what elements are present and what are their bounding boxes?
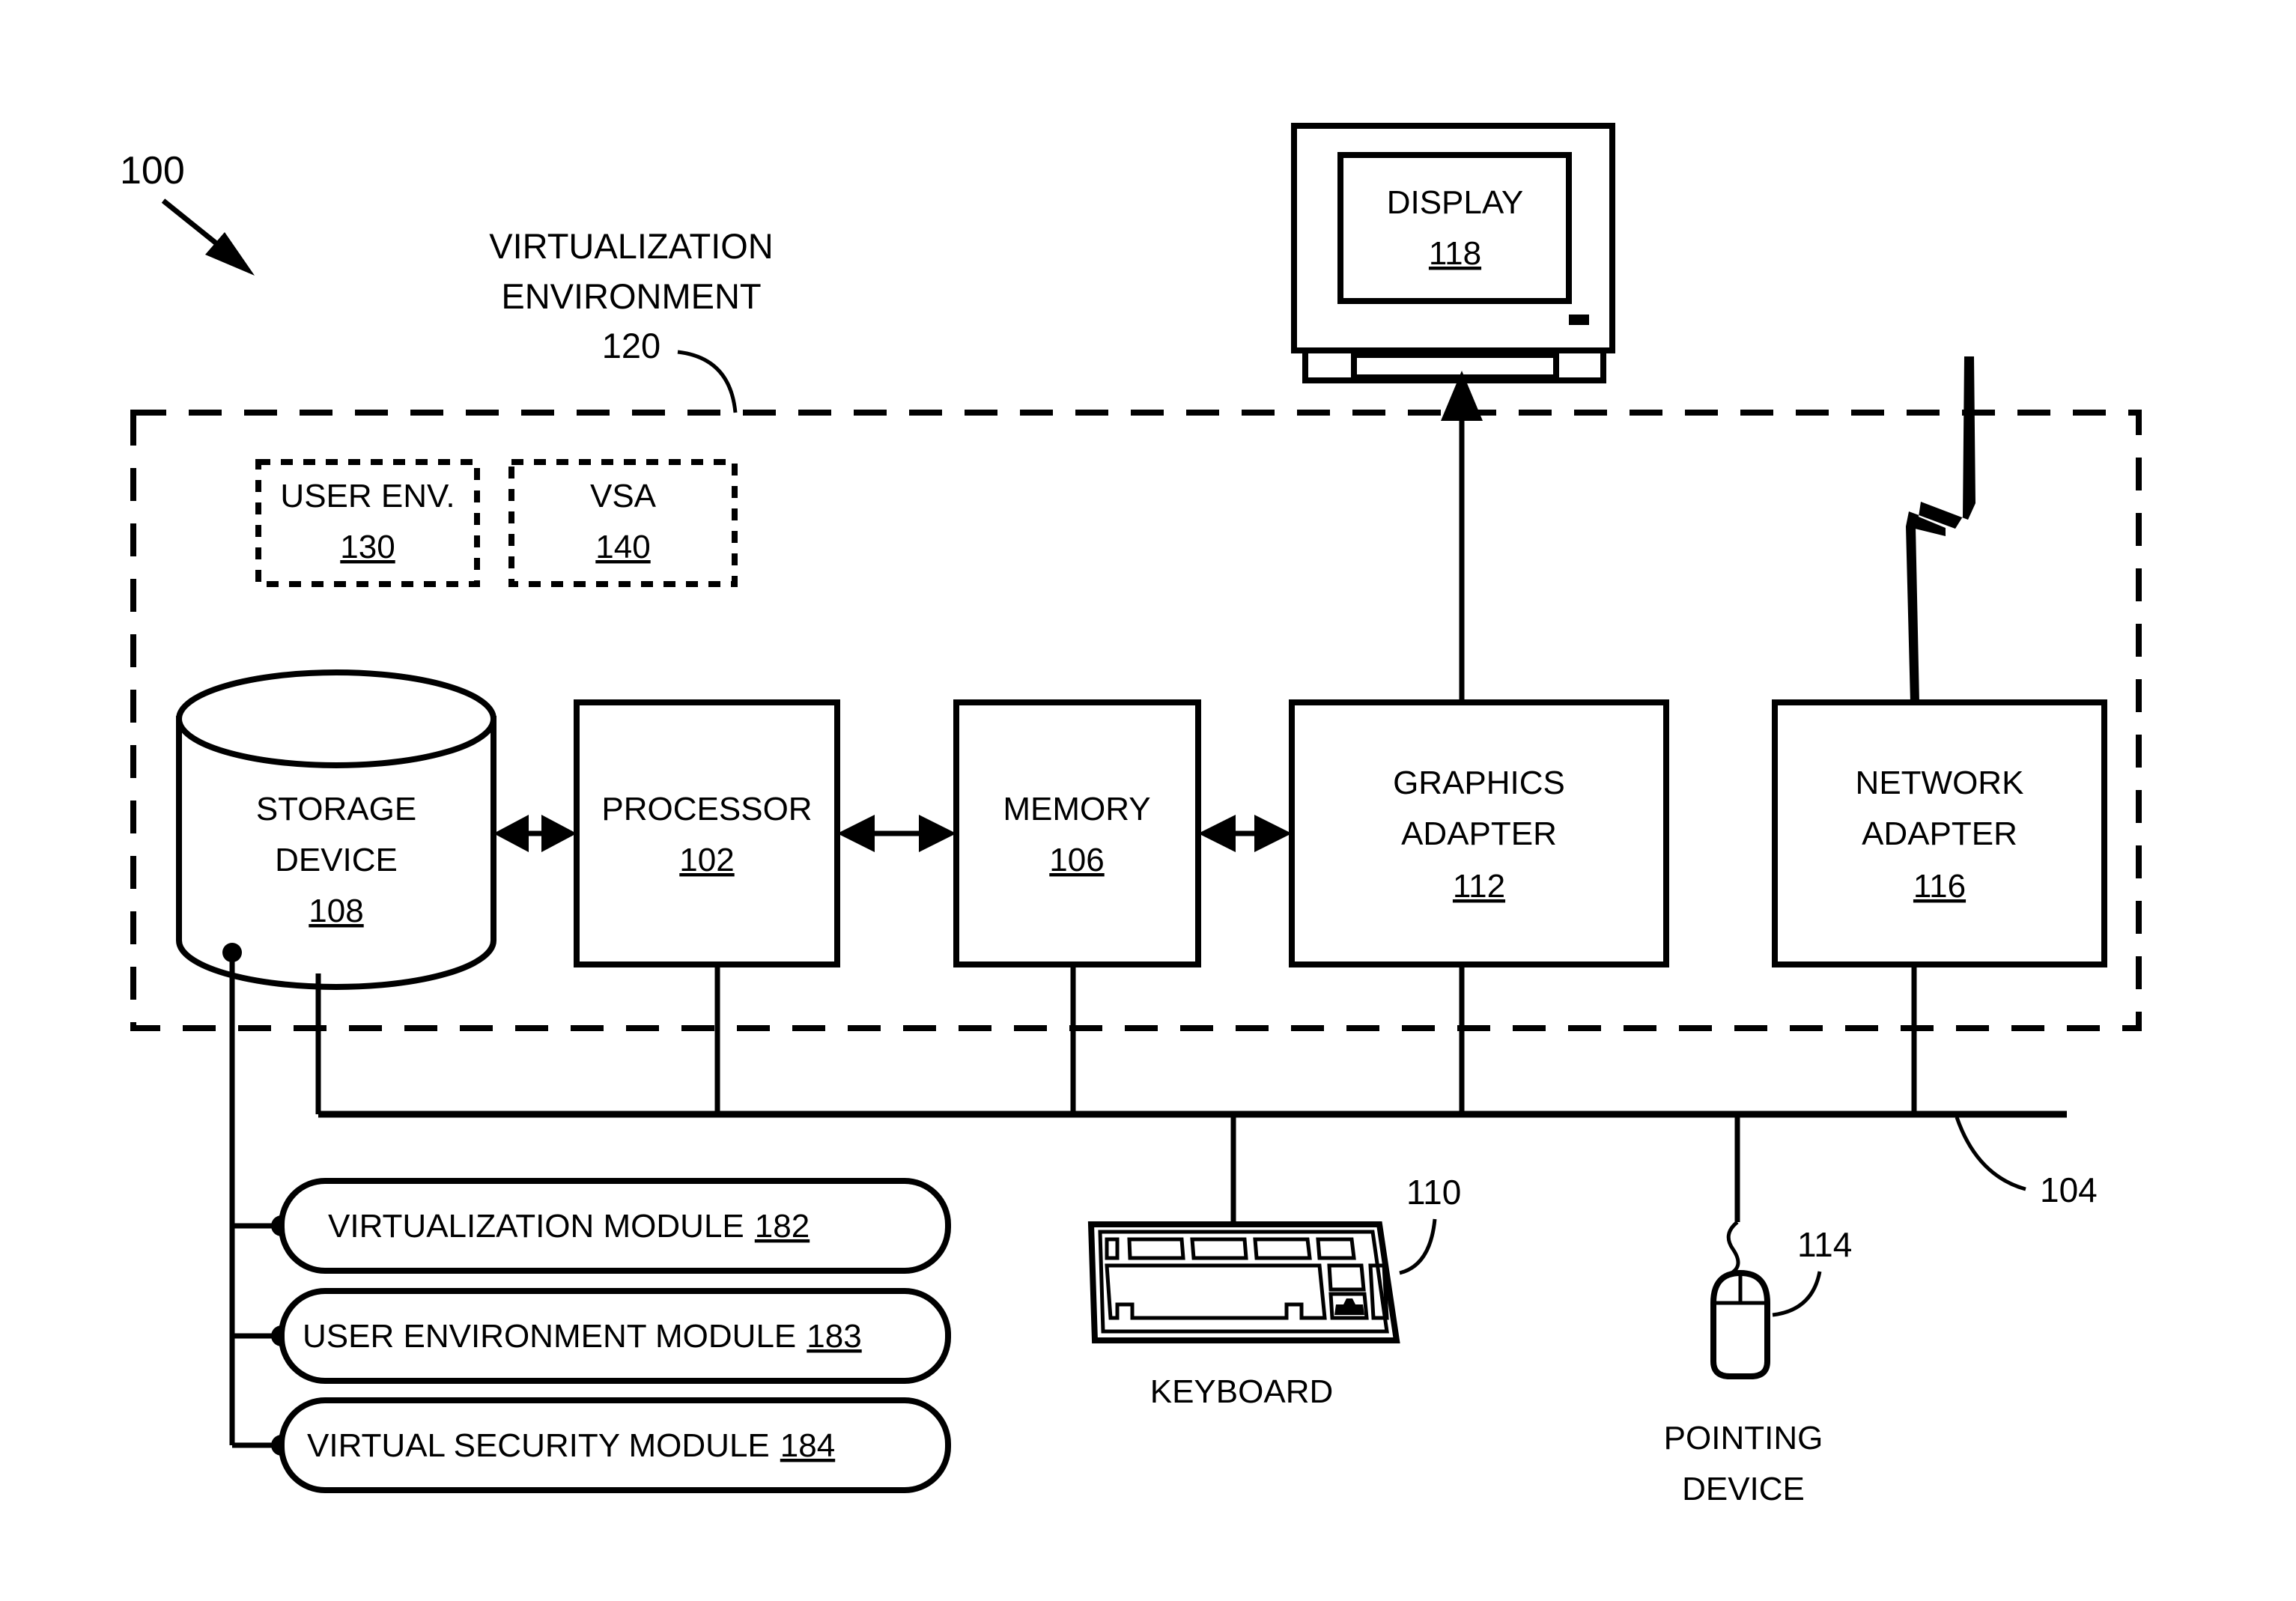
storage-device-ref: 108 xyxy=(309,893,363,929)
pointing-device-cable-curl xyxy=(1726,1221,1740,1275)
graphics-adapter-line1: GRAPHICS xyxy=(1393,765,1565,801)
system-architecture-diagram: 100 VIRTUALIZATION ENVIRONMENT 120 USER … xyxy=(0,0,2296,1601)
graphics-adapter-ref: 112 xyxy=(1453,868,1505,905)
modules-stem-junction-dot xyxy=(222,943,242,962)
bus-ref-label: 104 xyxy=(2040,1170,2098,1209)
graphics-adapter-block: GRAPHICS ADAPTER 112 xyxy=(1289,699,1669,967)
lightning-upper-segment xyxy=(1906,356,1975,536)
display-monitor: DISPLAY 118 xyxy=(1291,123,1615,383)
memory-ref: 106 xyxy=(1049,842,1104,878)
pointing-device-ref-label: 114 xyxy=(1797,1225,1852,1264)
graphics-to-display-connector xyxy=(1441,371,1483,702)
storage-modules-connector xyxy=(222,943,292,1456)
arrow-graphics-head-left xyxy=(1254,815,1292,852)
pointing-device-line1: POINTING xyxy=(1664,1420,1823,1456)
keyboard-ref-label: 110 xyxy=(1406,1173,1461,1212)
vsa-label: VSA xyxy=(590,478,657,514)
processor-block: PROCESSOR 102 xyxy=(574,699,840,967)
network-adapter-block: NETWORK ADAPTER 116 xyxy=(1772,699,2107,967)
arrow-processor-head-right xyxy=(837,815,875,852)
display-label: DISPLAY xyxy=(1387,184,1524,221)
arrow-storage-head xyxy=(493,815,529,852)
keyboard-label: KEYBOARD xyxy=(1150,1373,1334,1410)
vsa-ref: 140 xyxy=(595,529,650,565)
processor-ref: 102 xyxy=(679,842,734,878)
graphics-adapter-line2: ADAPTER xyxy=(1401,815,1557,852)
virtual-security-module-block: VIRTUAL SECURITY MODULE 184 xyxy=(279,1397,951,1493)
pointing-device: POINTING DEVICE 114 xyxy=(1664,1114,1852,1507)
storage-device-top xyxy=(176,669,496,768)
system-bus: 104 xyxy=(315,964,2098,1209)
network-lightning-bolt-icon xyxy=(1906,356,1975,702)
pointing-device-ref-leader xyxy=(1772,1271,1822,1317)
virtualization-module-block: VIRTUALIZATION MODULE 182 xyxy=(279,1178,951,1274)
virtualization-environment-line2: ENVIRONMENT xyxy=(501,276,761,316)
figure-ref-label: 100 xyxy=(120,149,185,192)
storage-device-block: STORAGE DEVICE 108 xyxy=(176,669,496,990)
memory-block: MEMORY 106 xyxy=(953,699,1201,967)
display-stand xyxy=(1351,352,1559,380)
bus-ref-leader xyxy=(1955,1117,2026,1191)
virtual-security-module-label: VIRTUAL SECURITY MODULE 184 xyxy=(307,1427,835,1464)
processor-box xyxy=(574,699,840,967)
virtualization-environment-label: VIRTUALIZATION ENVIRONMENT 120 xyxy=(489,226,774,413)
display-screen xyxy=(1337,152,1572,304)
arrow-memory-head-left xyxy=(919,815,956,852)
user-env-block: USER ENV. 130 xyxy=(255,459,480,587)
network-adapter-ref: 116 xyxy=(1913,868,1966,905)
arrow-memory-head-right xyxy=(1198,815,1236,852)
network-adapter-line1: NETWORK xyxy=(1856,765,2024,801)
memory-label: MEMORY xyxy=(1003,791,1150,827)
storage-device-line1: STORAGE xyxy=(256,791,416,827)
virtualization-environment-ref: 120 xyxy=(602,326,660,365)
network-adapter-line2: ADAPTER xyxy=(1862,815,2017,852)
pointing-device-line2: DEVICE xyxy=(1682,1471,1805,1507)
patent-figure-canvas: 100 VIRTUALIZATION ENVIRONMENT 120 USER … xyxy=(0,0,2296,1601)
display-ref: 118 xyxy=(1429,235,1481,272)
virtualization-environment-line1: VIRTUALIZATION xyxy=(489,226,774,266)
arrow-processor-head-left xyxy=(541,815,577,852)
user-env-label: USER ENV. xyxy=(280,478,455,514)
display-power-led xyxy=(1569,315,1589,325)
keyboard-device: KEYBOARD 110 xyxy=(1087,1114,1461,1410)
vsa-block: VSA 140 xyxy=(508,459,738,587)
keyboard-ref-leader xyxy=(1399,1218,1437,1275)
user-environment-module-label: USER ENVIRONMENT MODULE 183 xyxy=(303,1318,862,1355)
virtualization-environment-leader xyxy=(677,350,738,413)
processor-label: PROCESSOR xyxy=(601,791,812,827)
figure-ref-100: 100 xyxy=(120,149,255,276)
user-env-ref: 130 xyxy=(340,529,395,565)
lightning-lower-segment xyxy=(1906,526,1919,702)
storage-device-line2: DEVICE xyxy=(275,842,398,878)
memory-box xyxy=(953,699,1201,967)
user-environment-module-block: USER ENVIRONMENT MODULE 183 xyxy=(279,1288,951,1384)
virtualization-module-label: VIRTUALIZATION MODULE 182 xyxy=(328,1208,810,1245)
